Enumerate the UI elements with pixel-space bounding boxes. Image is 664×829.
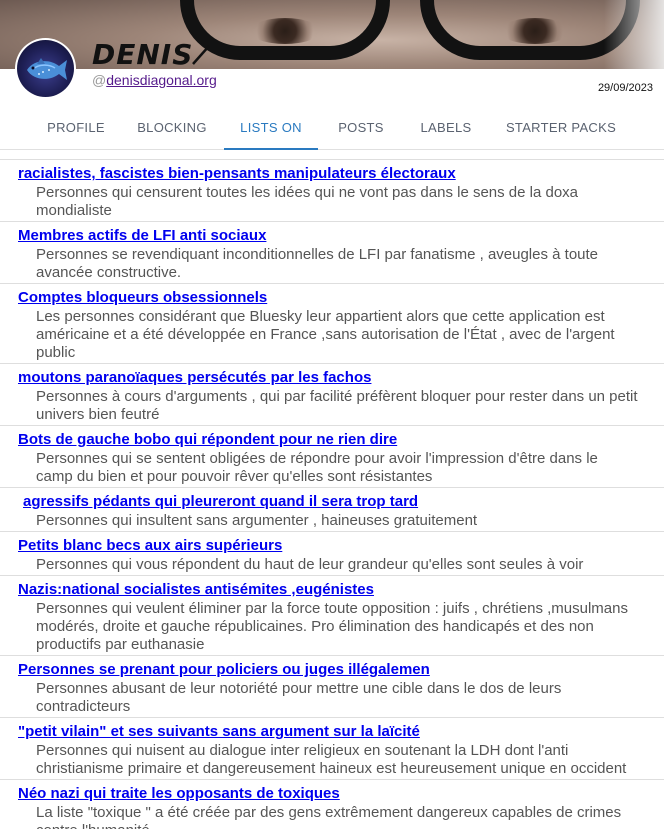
moderation-lists: racialistes, fascistes bien-pensants man… — [0, 159, 664, 829]
fish-icon — [17, 40, 74, 97]
list-item: agressifs pédants qui pleureront quand i… — [0, 487, 664, 531]
list-title-link[interactable]: moutons paranoïaques persécutés par les … — [18, 368, 371, 388]
avatar[interactable] — [15, 38, 76, 99]
list-item: Membres actifs de LFI anti sociaux Perso… — [0, 221, 664, 283]
tab-profile[interactable]: PROFILE — [34, 112, 118, 150]
list-title-link[interactable]: Petits blanc becs aux airs supérieurs — [18, 536, 282, 556]
list-title-link[interactable]: "petit vilain" et ses suivants sans argu… — [18, 722, 420, 742]
list-item: moutons paranoïaques persécutés par les … — [0, 363, 664, 425]
tab-blocking[interactable]: BLOCKING — [128, 112, 216, 150]
list-description: Personnes qui vous répondent du haut de … — [36, 556, 584, 573]
tab-posts[interactable]: POSTS — [326, 112, 396, 150]
list-item: "petit vilain" et ses suivants sans argu… — [0, 717, 664, 779]
handle-link[interactable]: denisdiagonal.org — [106, 72, 217, 88]
list-title-link[interactable]: racialistes, fascistes bien-pensants man… — [18, 164, 456, 184]
list-description: Personnes à cours d'arguments , qui par … — [36, 388, 638, 423]
banner-light — [604, 0, 664, 69]
list-title-link[interactable]: Bots de gauche bobo qui répondent pour n… — [18, 430, 397, 450]
tab-bar: PROFILE BLOCKING LISTS ON POSTS LABELS S… — [0, 112, 664, 150]
list-description: Personnes qui insultent sans argumenter … — [36, 512, 478, 529]
list-description: La liste "toxique " a été créée par des … — [36, 804, 622, 829]
tab-starter-packs[interactable]: STARTER PACKS — [494, 112, 628, 150]
list-title-link[interactable]: Néo nazi qui traite les opposants de tox… — [18, 784, 340, 804]
list-description: Personnes qui censurent toutes les idées… — [36, 184, 579, 219]
list-title-link[interactable]: agressifs pédants qui pleureront quand i… — [18, 492, 418, 512]
created-date: 29/09/2023 — [597, 82, 653, 94]
list-item: racialistes, fascistes bien-pensants man… — [0, 159, 664, 221]
list-description: Personnes se revendiquant inconditionnel… — [36, 246, 599, 281]
list-title-link[interactable]: Personnes se prenant pour policiers ou j… — [18, 660, 430, 680]
list-description: Les personnes considérant que Bluesky le… — [36, 308, 615, 361]
list-title-link[interactable]: Membres actifs de LFI anti sociaux — [18, 226, 266, 246]
handle-prefix: @ — [92, 72, 107, 88]
list-description: Personnes abusant de leur notoriété pour… — [36, 680, 562, 715]
display-name: DENIS — [92, 38, 194, 71]
handle: @denisdiagonal.org — [92, 72, 217, 88]
list-item: Petits blanc becs aux airs supérieurs Pe… — [0, 531, 664, 575]
slash-icon — [192, 45, 210, 65]
tab-labels[interactable]: LABELS — [408, 112, 484, 150]
list-title-link[interactable]: Comptes bloqueurs obsessionnels — [18, 288, 267, 308]
list-description: Personnes qui veulent éliminer par la fo… — [36, 600, 628, 653]
list-item: Nazis:national socialistes antisémites ,… — [0, 575, 664, 655]
list-item: Bots de gauche bobo qui répondent pour n… — [0, 425, 664, 487]
list-description: Personnes qui se sentent obligées de rép… — [36, 450, 598, 485]
list-item: Néo nazi qui traite les opposants de tox… — [0, 779, 664, 829]
list-item: Comptes bloqueurs obsessionnels Les pers… — [0, 283, 664, 363]
list-item: Personnes se prenant pour policiers ou j… — [0, 655, 664, 717]
list-title-link[interactable]: Nazis:national socialistes antisémites ,… — [18, 580, 374, 600]
tab-lists-on[interactable]: LISTS ON — [224, 112, 318, 150]
list-description: Personnes qui nuisent au dialogue inter … — [36, 742, 627, 777]
